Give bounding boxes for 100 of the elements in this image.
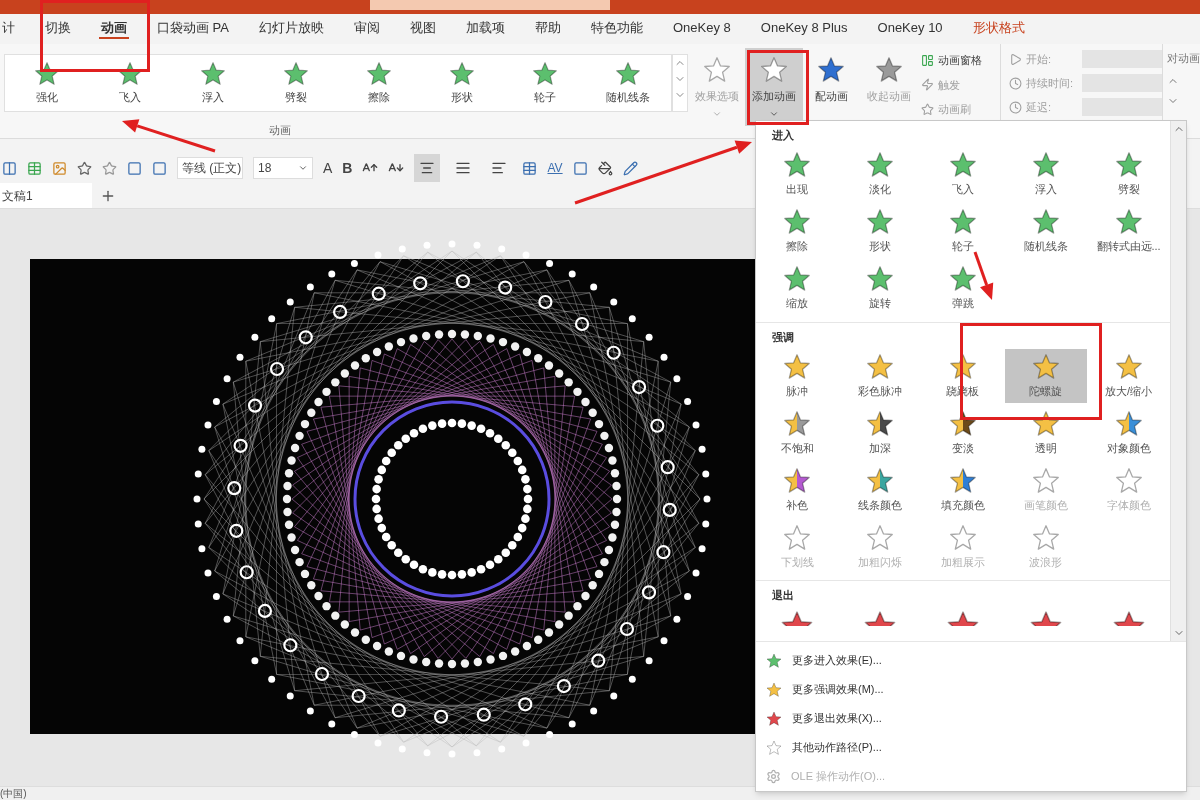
section-heading: 退出 [771,588,795,603]
timing-field[interactable] [1082,74,1162,92]
effect-item[interactable]: 补色 [756,463,839,517]
ribbon-tab[interactable]: 视图 [408,17,438,39]
star-icon [949,466,977,495]
font-size-field[interactable]: 18 [253,157,313,179]
reorder-label: 对动画 [1167,51,1200,66]
effect-item[interactable]: 浮入 [1004,147,1087,202]
star-icon [866,352,895,381]
effect-item[interactable]: 出现 [756,147,839,202]
menu-command[interactable]: 更多退出效果(X)... [756,704,1186,733]
ribbon-tab[interactable]: 帮助 [533,17,563,39]
star-icon [766,652,782,669]
menu-command[interactable]: 其他动作路径(P)... [756,733,1186,762]
ribbon-tab[interactable]: 幻灯片放映 [257,17,326,39]
star-icon [282,60,309,87]
ribbon-tab[interactable]: OneKey 8 Plus [758,17,850,39]
effect-item[interactable]: 擦除 [756,204,839,259]
pencil-icon[interactable] [622,160,638,176]
effect-item[interactable]: 翻转式由远... [1087,204,1170,259]
ribbon-tab[interactable]: 特色功能 [589,17,645,39]
effect-item[interactable]: 放大/缩小 [1087,349,1170,403]
text-columns-icon[interactable] [522,160,538,176]
star-icon [949,352,977,381]
character-spacing-button[interactable]: AV [547,159,563,177]
effect-item[interactable]: 陀螺旋 [1004,349,1087,403]
timing-field[interactable] [1082,98,1162,116]
star-icon [866,151,895,180]
effect-item[interactable]: 随机线条 [1004,204,1087,259]
animation-gallery-item[interactable]: 劈裂 [254,55,337,111]
star-outline-icon [702,56,731,84]
effect-item[interactable]: 旋转 [839,261,922,316]
animation-gallery-item[interactable]: 飞入 [88,55,171,111]
effect-item[interactable]: 不饱和 [756,406,839,460]
effect-item[interactable]: 飞入 [922,147,1004,202]
star-icon [949,265,977,294]
columns-icon[interactable] [2,160,17,176]
ribbon-tab[interactable]: 口袋动画 PA [155,17,231,39]
animation-gallery-item[interactable]: 随机线条 [586,55,669,111]
document-tab[interactable]: 文稿1 [0,183,92,208]
animation-gallery-item[interactable]: 浮入 [171,55,254,111]
animation-gallery-item[interactable]: 形状 [420,55,503,111]
effect-item[interactable]: 缩放 [756,261,839,316]
animation-gallery-item[interactable]: 强化 [5,55,88,111]
ribbon-tab[interactable]: 切换 [43,17,73,39]
star-icon [1111,610,1146,626]
star-icon [1114,208,1143,237]
star-icon [783,466,812,495]
scrollbar[interactable] [1170,121,1186,641]
effect-item[interactable]: 线条颜色 [839,463,922,517]
ribbon-tab[interactable]: 审阅 [352,17,382,39]
star-icon [33,60,60,87]
ribbon-tab[interactable]: 形状格式 [970,17,1027,39]
ribbon-tab[interactable]: 动画 [99,17,129,39]
effect-item[interactable]: 变淡 [922,406,1004,460]
effect-item[interactable]: 对象颜色 [1087,406,1170,460]
ribbon-tab[interactable]: OneKey 10 [875,17,945,39]
menu-command[interactable]: 更多强调效果(M)... [756,675,1186,704]
align-button[interactable] [414,154,441,182]
effect-item[interactable]: 脉冲 [756,349,839,403]
image-icon[interactable] [52,160,67,176]
star-icon [949,523,977,552]
animation-gallery-item[interactable]: 轮子 [503,55,586,111]
ribbon-tab[interactable]: 计 [0,17,17,39]
star-icon [1031,352,1060,381]
star-icon [365,60,392,87]
effect-item[interactable]: 轮子 [922,204,1004,259]
effect-item[interactable]: 加深 [839,406,922,460]
star-icon [874,56,903,84]
paint-bucket-icon[interactable] [597,160,613,176]
effect-item[interactable]: 透明 [1004,406,1087,460]
font-color-button[interactable]: A [323,157,333,179]
star-icon [866,265,895,294]
effect-item[interactable]: 彩色脉冲 [839,349,922,403]
ribbon-small-button[interactable]: 动画窗格 [921,52,1000,69]
star-icon [614,60,641,87]
effect-item[interactable]: 淡化 [839,147,922,202]
align-left-icon [491,160,508,176]
star-icon [863,610,898,626]
star-outline-icon[interactable] [77,160,92,176]
effect-item[interactable]: 填充颜色 [922,463,1004,517]
table-icon[interactable] [27,160,42,176]
star-outline-icon[interactable] [102,160,117,176]
align-center-icon [419,160,436,176]
star-icon [949,208,977,237]
timing-field[interactable] [1082,50,1162,68]
effect-item[interactable]: 劈裂 [1087,147,1170,202]
font-name-field[interactable]: 等线 (正文) [177,157,243,179]
star-icon [866,409,895,438]
star-outline-icon [921,102,935,116]
animation-gallery-item[interactable]: 擦除 [337,55,420,111]
bold-button[interactable]: B [342,157,353,179]
star-icon [199,60,226,87]
star-icon [783,208,812,237]
ribbon-tab[interactable]: 加载项 [464,17,507,39]
ribbon-tab[interactable]: OneKey 8 [671,17,733,39]
menu-command[interactable]: 更多进入效果(E)... [756,646,1186,675]
lightning-icon [921,78,935,92]
effect-item[interactable]: 形状 [839,204,922,259]
star-icon [783,523,812,552]
